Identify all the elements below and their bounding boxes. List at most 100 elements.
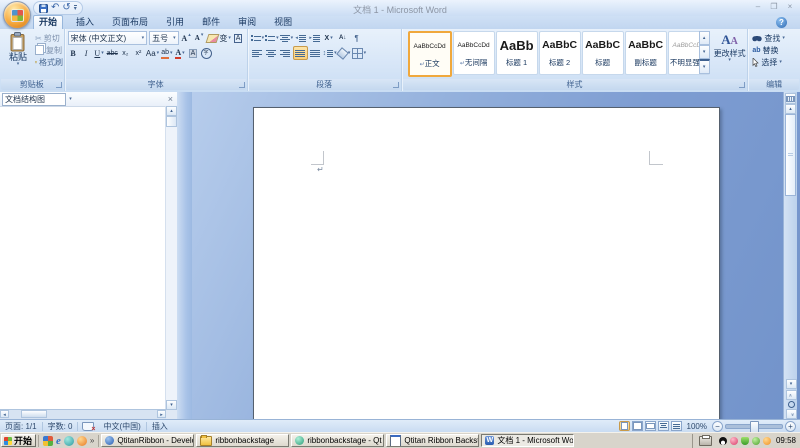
- borders-button[interactable]: ▾: [352, 47, 367, 59]
- distribute-button[interactable]: [309, 47, 322, 59]
- document-map-hscrollbar[interactable]: ◂ ▸: [0, 409, 166, 419]
- next-page-icon[interactable]: »: [786, 409, 797, 419]
- status-word-count[interactable]: 字数: 0: [43, 421, 78, 432]
- view-draft-button[interactable]: [671, 421, 682, 431]
- styles-gallery-more-icon[interactable]: ▾: [699, 59, 710, 74]
- justify-button[interactable]: [293, 46, 308, 60]
- previous-page-icon[interactable]: »: [786, 390, 797, 400]
- asian-layout-button[interactable]: X▾: [322, 32, 335, 44]
- scroll-thumb[interactable]: [166, 116, 177, 127]
- font-family-combo[interactable]: 宋体 (中文正文) ▾: [68, 31, 148, 45]
- tab-home[interactable]: 开始: [33, 15, 63, 29]
- scroll-up-icon[interactable]: ▴: [785, 104, 796, 114]
- styles-dialog-launcher[interactable]: [739, 82, 745, 88]
- style-card-no-spacing[interactable]: AaBbCcDd ↵无间隔: [453, 31, 495, 75]
- close-button[interactable]: ×: [784, 2, 796, 11]
- copy-button[interactable]: 复制: [35, 44, 63, 56]
- printer-icon[interactable]: [699, 436, 712, 446]
- scroll-thumb[interactable]: [785, 114, 796, 196]
- restore-button[interactable]: ❐: [768, 2, 780, 11]
- style-card-heading1[interactable]: AaBb 标题 1: [496, 31, 538, 75]
- grow-font-button[interactable]: A ▴: [181, 32, 192, 44]
- styles-scroll-down-icon[interactable]: ▾: [699, 45, 710, 59]
- zoom-in-button[interactable]: +: [785, 421, 796, 432]
- pinyin-guide-button[interactable]: 变 ▾: [220, 32, 231, 44]
- find-button[interactable]: 查找 ▾: [748, 32, 800, 44]
- clipboard-dialog-launcher[interactable]: [56, 82, 62, 88]
- format-painter-button[interactable]: 格式刷: [35, 56, 63, 68]
- italic-button[interactable]: I: [81, 47, 92, 59]
- antivirus-icon[interactable]: [752, 437, 760, 445]
- tab-view[interactable]: 视图: [269, 16, 297, 29]
- proofing-status-icon[interactable]: [82, 422, 94, 431]
- zoom-slider[interactable]: [725, 424, 783, 429]
- quick-launch-orange-icon[interactable]: [77, 436, 87, 446]
- numbering-button[interactable]: ▾: [265, 32, 279, 44]
- status-language[interactable]: 中文(中国): [98, 421, 145, 432]
- shading-button[interactable]: ▾: [338, 47, 351, 59]
- paste-button[interactable]: 粘贴 ▾: [3, 31, 33, 77]
- quick-launch-desktop-icon[interactable]: [43, 436, 53, 446]
- underline-button[interactable]: U ▾: [94, 47, 105, 59]
- cut-button[interactable]: ✂ 剪切: [35, 32, 63, 44]
- align-center-button[interactable]: [265, 47, 278, 59]
- shrink-font-button[interactable]: A ▾: [194, 32, 205, 44]
- status-insert-mode[interactable]: 插入: [147, 421, 173, 432]
- superscript-button[interactable]: x²: [133, 47, 144, 59]
- style-card-normal[interactable]: AaBbCcDd ↵正文: [408, 31, 452, 77]
- task-qtitanribbon-browser[interactable]: QtitanRibbon - Develo...: [101, 434, 194, 447]
- style-card-title[interactable]: AaBbC 标题: [582, 31, 624, 75]
- task-word-document[interactable]: W 文档 1 - Microsoft Word: [481, 434, 574, 447]
- font-size-combo[interactable]: 五号 ▾: [149, 31, 178, 45]
- clear-formatting-button[interactable]: [207, 32, 218, 44]
- scroll-right-icon[interactable]: ▸: [157, 410, 166, 418]
- messenger-icon[interactable]: [730, 437, 738, 445]
- zoom-slider-thumb[interactable]: [750, 421, 759, 433]
- tab-review[interactable]: 审阅: [233, 16, 261, 29]
- quick-launch-overflow-icon[interactable]: »: [90, 436, 94, 445]
- font-dialog-launcher[interactable]: [239, 82, 245, 88]
- zoom-level[interactable]: 100%: [684, 422, 710, 431]
- tab-page-layout[interactable]: 页面布局: [107, 16, 153, 29]
- character-shading-button[interactable]: A: [188, 47, 199, 59]
- align-left-button[interactable]: [251, 47, 264, 59]
- select-button[interactable]: 选择 ▾: [748, 56, 800, 68]
- scroll-down-icon[interactable]: ▾: [166, 400, 177, 410]
- align-right-button[interactable]: [279, 47, 292, 59]
- document-map-vscrollbar[interactable]: ▴: [165, 106, 177, 410]
- styles-scroll-up-icon[interactable]: ▴: [699, 31, 710, 45]
- document-map-combo[interactable]: 文档结构图: [2, 93, 66, 106]
- multilevel-list-button[interactable]: ▾: [280, 32, 294, 44]
- change-styles-button[interactable]: AA 更改样式 ▾: [713, 31, 747, 77]
- text-highlight-button[interactable]: ab ▾: [161, 47, 172, 59]
- font-color-button[interactable]: A ▾: [175, 47, 186, 59]
- internet-explorer-icon[interactable]: e: [56, 436, 61, 446]
- bullets-button[interactable]: ▾: [251, 32, 265, 44]
- tab-insert[interactable]: 插入: [71, 16, 99, 29]
- character-border-button[interactable]: A: [233, 32, 244, 44]
- line-spacing-button[interactable]: ↕▾: [323, 47, 337, 59]
- enclose-characters-button[interactable]: 字: [201, 47, 212, 59]
- start-button[interactable]: 开始: [1, 434, 36, 447]
- tab-references[interactable]: 引用: [161, 16, 189, 29]
- sort-button[interactable]: A↓: [336, 32, 349, 44]
- decrease-indent-button[interactable]: ◂: [294, 32, 307, 44]
- scroll-thumb[interactable]: [21, 410, 47, 418]
- subscript-button[interactable]: x₂: [120, 47, 131, 59]
- select-browse-object-button[interactable]: [785, 401, 797, 408]
- view-fullscreen-button[interactable]: [632, 421, 643, 431]
- style-card-heading2[interactable]: AaBbC 标题 2: [539, 31, 581, 75]
- show-hide-marks-button[interactable]: ¶: [350, 32, 363, 44]
- document-vscrollbar[interactable]: ▴ ▾ » »: [783, 92, 797, 419]
- style-card-subtitle[interactable]: AaBbC 副标题: [625, 31, 667, 75]
- update-icon[interactable]: [763, 437, 771, 445]
- task-ribbonbackstage-qt[interactable]: ribbonbackstage - Qt ...: [291, 434, 384, 447]
- qq-icon[interactable]: [719, 437, 727, 445]
- task-ribbonbackstage-folder[interactable]: ribbonbackstage: [196, 434, 289, 447]
- replace-button[interactable]: ab 替换: [748, 44, 800, 56]
- view-web-layout-button[interactable]: [645, 421, 656, 431]
- security-shield-icon[interactable]: [741, 437, 749, 445]
- paragraph-dialog-launcher[interactable]: [393, 82, 399, 88]
- scroll-up-icon[interactable]: ▴: [166, 106, 177, 116]
- panel-splitter[interactable]: [177, 92, 192, 419]
